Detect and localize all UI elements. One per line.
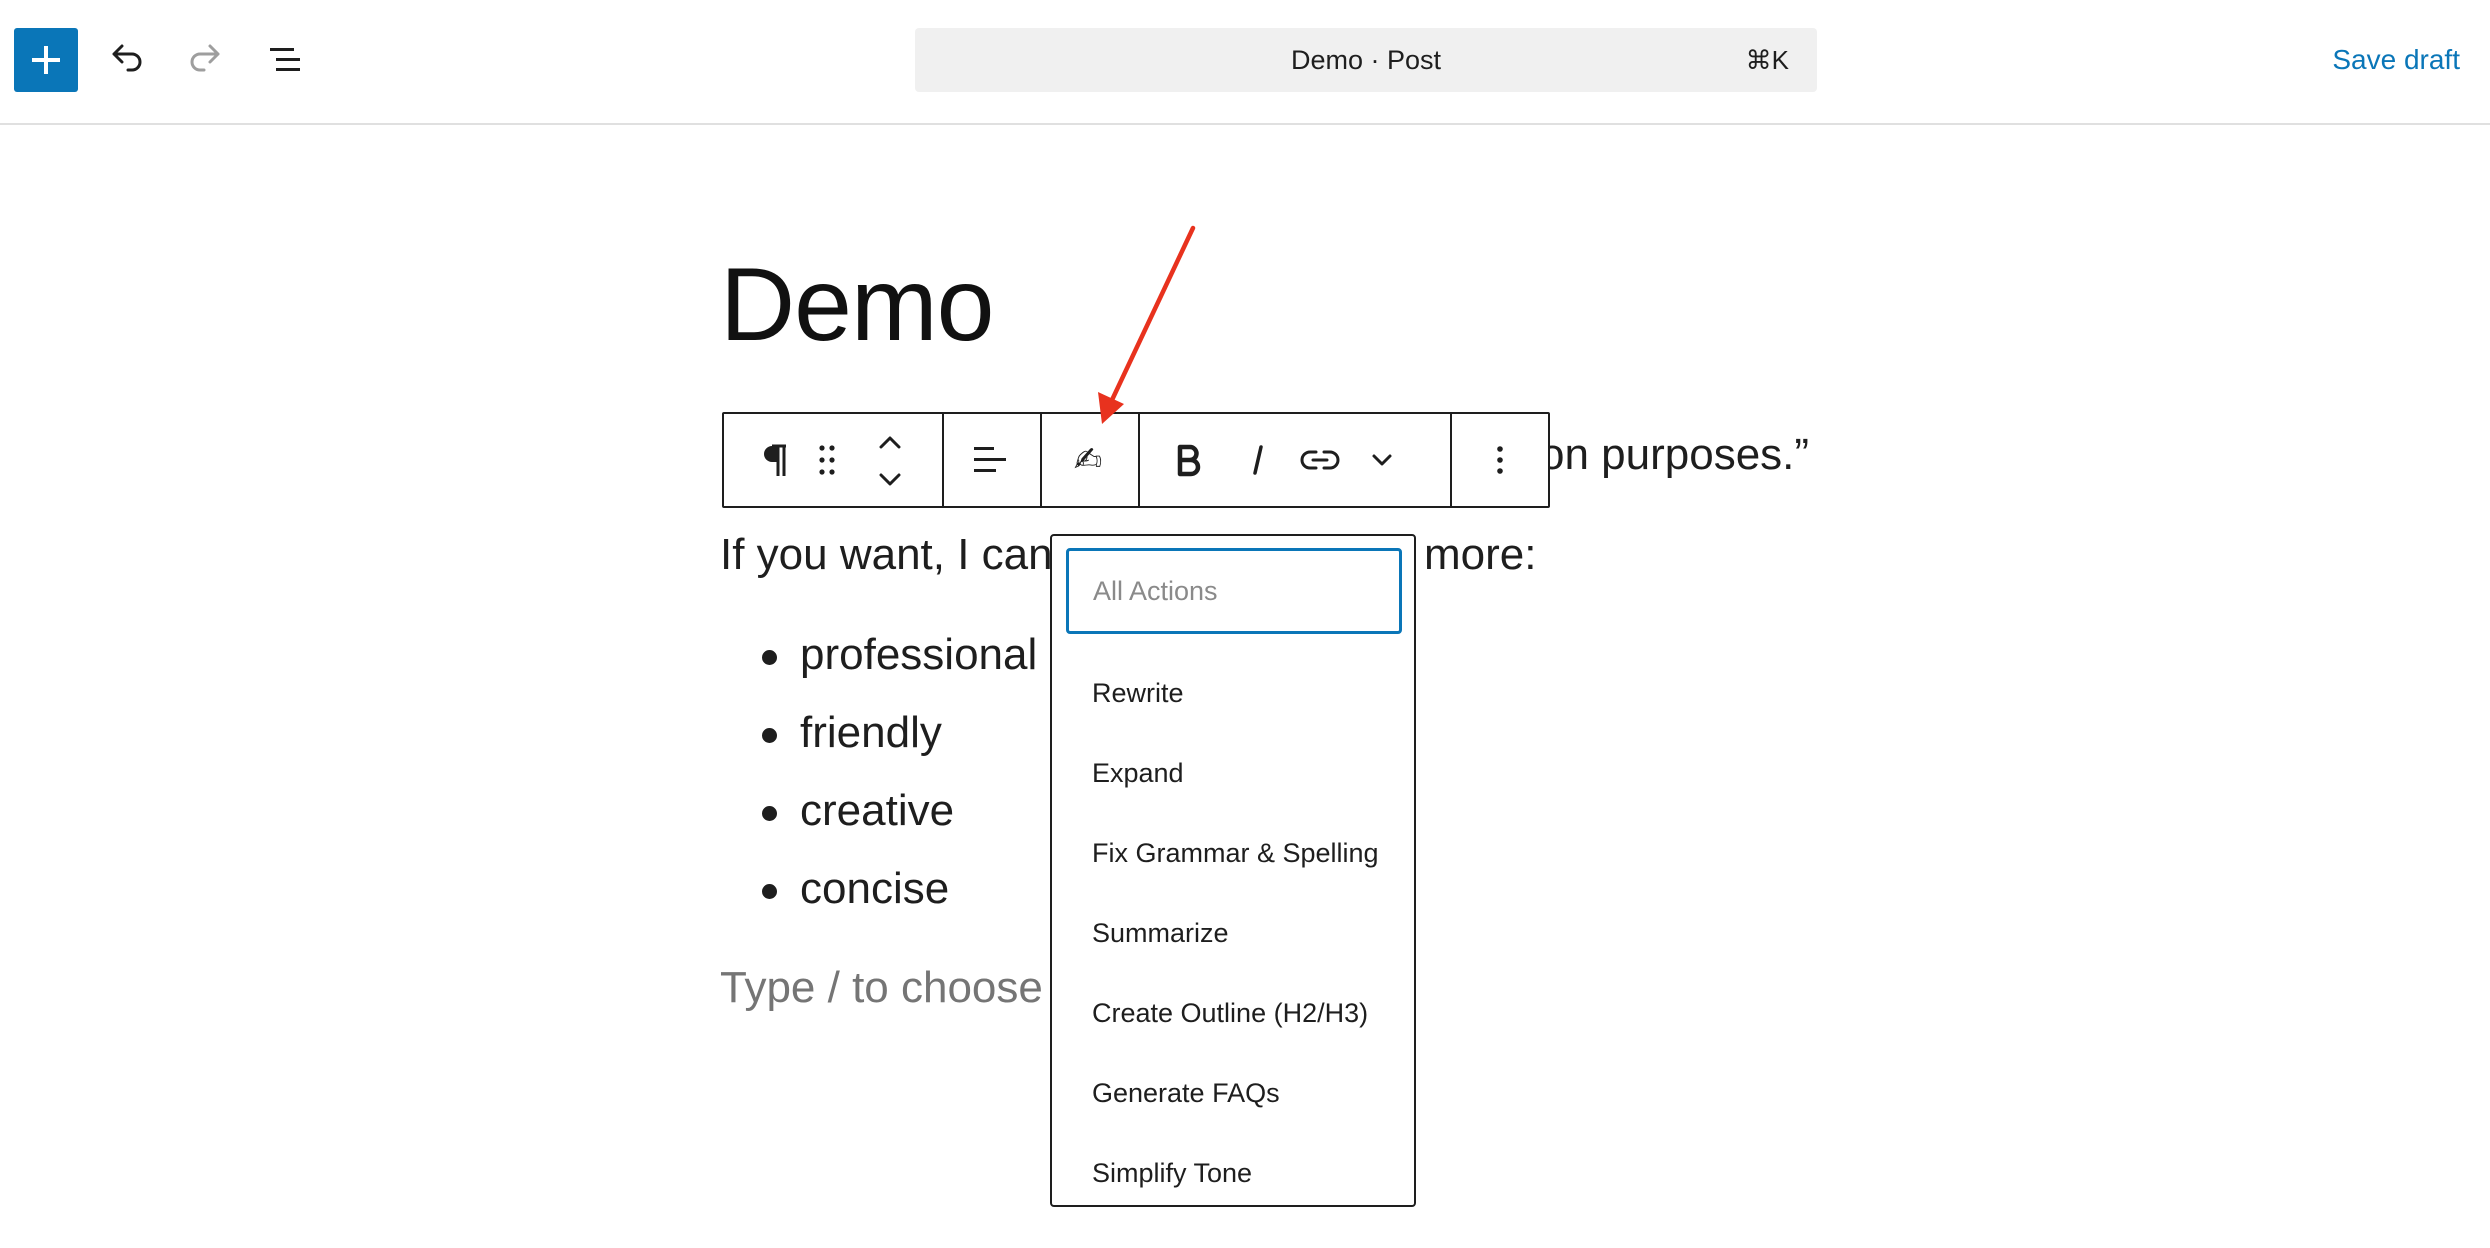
save-draft-button[interactable]: Save draft — [2300, 28, 2460, 92]
actions-search-input[interactable] — [1066, 548, 1402, 634]
chevron-up-icon — [879, 436, 901, 449]
paragraph-2-end[interactable]: more: — [1424, 525, 1536, 585]
link-button[interactable] — [1290, 430, 1350, 490]
list-item-text: concise — [800, 864, 950, 913]
list-item[interactable]: creative — [720, 778, 1037, 856]
bullet-dot — [762, 884, 777, 899]
menu-item-simplify-tone[interactable]: Simplify Tone — [1052, 1133, 1414, 1213]
italic-button[interactable] — [1228, 430, 1288, 490]
ai-actions-button[interactable]: ✍ — [1058, 430, 1118, 490]
bullet-list[interactable]: professional friendly creative concise — [720, 622, 1037, 934]
list-item-text: creative — [800, 786, 955, 835]
list-item[interactable]: concise — [720, 856, 1037, 934]
toolbar-separator — [942, 414, 944, 506]
list-item[interactable]: professional — [720, 622, 1037, 700]
bullet-dot — [762, 650, 777, 665]
document-title: Demo · Post — [1290, 45, 1442, 75]
command-palette-bar[interactable]: Demo · Post ⌘K — [915, 28, 1817, 92]
menu-item-summarize[interactable]: Summarize — [1052, 893, 1414, 973]
menu-item-expand[interactable]: Expand — [1052, 733, 1414, 813]
toolbar-separator — [1040, 414, 1042, 506]
paragraph-2-start[interactable]: If you want, I can — [720, 525, 1053, 585]
chevron-down-icon — [1372, 454, 1392, 466]
toolbar-separator — [1450, 414, 1452, 506]
plus-icon — [32, 46, 60, 74]
menu-item-create-outline[interactable]: Create Outline (H2/H3) — [1052, 973, 1414, 1053]
redo-icon — [190, 44, 220, 72]
block-toolbar: ✍ — [722, 412, 1550, 508]
pilcrow-icon — [764, 444, 786, 476]
more-rich-text-controls-button[interactable] — [1352, 430, 1412, 490]
block-options-button[interactable] — [1470, 430, 1530, 490]
vertical-ellipsis-icon — [1497, 446, 1503, 474]
move-up-button[interactable] — [860, 424, 920, 460]
menu-item-fix-grammar[interactable]: Fix Grammar & Spelling — [1052, 813, 1414, 893]
list-item-text: professional — [800, 630, 1038, 679]
align-left-icon — [974, 447, 1006, 472]
drag-handle[interactable] — [802, 430, 852, 490]
toolbar-separator — [1138, 414, 1140, 506]
list-item[interactable]: friendly — [720, 700, 1037, 778]
ai-actions-menu: Rewrite Expand Fix Grammar & Spelling Su… — [1050, 534, 1416, 1207]
paragraph-1-visible-tail[interactable]: on purposes.” — [1540, 425, 1809, 485]
drag-handle-icon — [819, 445, 835, 475]
list-view-icon — [270, 48, 300, 71]
chevron-down-icon — [879, 473, 901, 486]
bold-icon — [1177, 444, 1201, 477]
paragraph-block-switcher[interactable] — [744, 430, 804, 490]
block-inserter-button[interactable] — [14, 28, 78, 92]
undo-icon — [112, 44, 142, 72]
undo-button[interactable] — [96, 30, 156, 90]
empty-block-placeholder[interactable]: Type / to choose — [720, 958, 1043, 1018]
move-down-button[interactable] — [860, 462, 920, 498]
align-text-button[interactable] — [960, 430, 1020, 490]
link-icon — [1300, 450, 1340, 470]
command-shortcut: ⌘K — [1745, 45, 1789, 75]
post-title[interactable]: Demo — [720, 245, 994, 365]
menu-item-generate-faqs[interactable]: Generate FAQs — [1052, 1053, 1414, 1133]
document-overview-button[interactable] — [256, 30, 316, 90]
bullet-dot — [762, 728, 777, 743]
editor-header: Demo · Post ⌘K Save draft — [0, 0, 2490, 125]
bullet-dot — [762, 806, 777, 821]
bold-button[interactable] — [1158, 430, 1218, 490]
redo-button[interactable] — [176, 30, 236, 90]
italic-icon — [1253, 445, 1263, 475]
list-item-text: friendly — [800, 708, 942, 757]
menu-item-rewrite[interactable]: Rewrite — [1052, 653, 1414, 733]
